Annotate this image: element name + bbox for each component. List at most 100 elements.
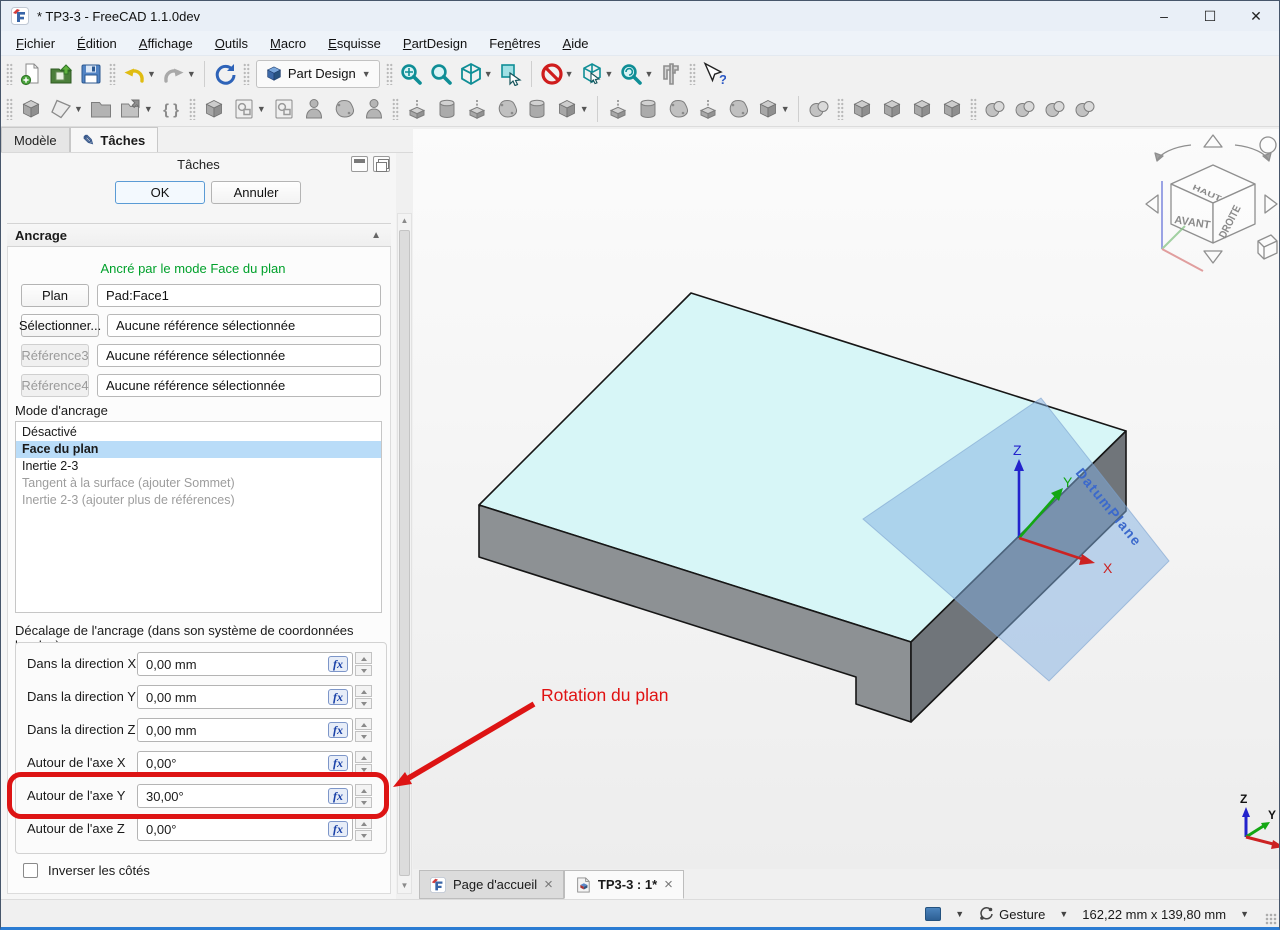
- scrollbar-thumb[interactable]: [399, 230, 410, 876]
- tab-tp3-3[interactable]: TP3-3 : 1* ×: [564, 870, 684, 899]
- menu-fichier[interactable]: Fichier: [5, 34, 66, 53]
- groove-button[interactable]: [664, 94, 692, 124]
- cancel-button[interactable]: Annuler: [211, 181, 301, 204]
- float-panel-icon[interactable]: [373, 156, 390, 172]
- mode-item-desactive[interactable]: Désactivé: [16, 424, 381, 441]
- measure-button[interactable]: [657, 59, 685, 89]
- create-body-button[interactable]: [17, 94, 45, 124]
- expressions-button[interactable]: [157, 94, 185, 124]
- direction-z-stepper[interactable]: [355, 718, 372, 742]
- title-bar[interactable]: * TP3-3 - FreeCAD 1.1.0dev – ☐ ✕: [1, 1, 1279, 31]
- create-group-button[interactable]: [87, 94, 115, 124]
- clone-button[interactable]: [360, 94, 388, 124]
- export-button[interactable]: ▼: [117, 94, 155, 124]
- expression-icon[interactable]: fx: [328, 821, 348, 837]
- sync-view-button[interactable]: ▼: [617, 59, 655, 89]
- expression-icon[interactable]: fx: [328, 755, 348, 771]
- plan-field[interactable]: Pad:Face1: [97, 284, 381, 307]
- revolution-button[interactable]: [433, 94, 461, 124]
- chamfer-button[interactable]: [878, 94, 906, 124]
- dropdown-caret-icon[interactable]: ▼: [1059, 909, 1068, 919]
- reference2-field[interactable]: Aucune référence sélectionnée: [107, 314, 381, 337]
- additive-pipe-button[interactable]: [493, 94, 521, 124]
- scroll-up-icon[interactable]: ▲: [398, 214, 411, 228]
- additive-helix-button[interactable]: [523, 94, 551, 124]
- axis-z-angle-input[interactable]: 0,00°fx: [137, 817, 353, 841]
- refresh-button[interactable]: [211, 59, 239, 89]
- mirrored-pattern-button[interactable]: [981, 94, 1009, 124]
- dropdown-caret-icon[interactable]: ▼: [955, 909, 964, 919]
- workbench-selector[interactable]: Part Design▼: [256, 60, 380, 88]
- render-style-icon[interactable]: [925, 907, 941, 921]
- pocket-button[interactable]: [604, 94, 632, 124]
- subtractive-loft-button[interactable]: [694, 94, 722, 124]
- pad-button[interactable]: [403, 94, 431, 124]
- shape-binder-button[interactable]: [330, 94, 358, 124]
- scroll-down-icon[interactable]: ▼: [398, 879, 411, 893]
- minimize-button[interactable]: –: [1141, 1, 1187, 31]
- expression-icon[interactable]: fx: [328, 722, 348, 738]
- direction-y-stepper[interactable]: [355, 685, 372, 709]
- open-document-button[interactable]: [47, 59, 75, 89]
- invert-sides-checkbox[interactable]: [23, 863, 38, 878]
- axis-z-stepper[interactable]: [355, 817, 372, 841]
- fit-selection-button[interactable]: [427, 59, 455, 89]
- polar-pattern-button[interactable]: [1041, 94, 1069, 124]
- expression-icon[interactable]: fx: [328, 689, 348, 705]
- multi-transform-button[interactable]: [1071, 94, 1099, 124]
- create-part-button[interactable]: [200, 94, 228, 124]
- menu-partdesign[interactable]: PartDesign: [392, 34, 478, 53]
- primitive-sphere-button[interactable]: [805, 94, 833, 124]
- mode-item-inertie[interactable]: Inertie 2-3: [16, 458, 381, 475]
- panel-scrollbar[interactable]: ▲ ▼: [397, 213, 412, 894]
- subtractive-pipe-button[interactable]: [724, 94, 752, 124]
- menu-affichage[interactable]: Affichage: [128, 34, 204, 53]
- additive-loft-button[interactable]: [463, 94, 491, 124]
- hole-button[interactable]: [634, 94, 662, 124]
- datum-plane-button[interactable]: ▼: [47, 94, 85, 124]
- linear-pattern-button[interactable]: [1011, 94, 1039, 124]
- ok-button[interactable]: OK: [115, 181, 205, 204]
- subtractive-box-button[interactable]: ▼: [754, 94, 792, 124]
- tab-page-accueil[interactable]: Page d'accueil ×: [419, 870, 564, 899]
- tab-tasks[interactable]: ✎Tâches: [70, 127, 159, 152]
- dock-panel-icon[interactable]: [351, 156, 368, 172]
- align-view-selection-button[interactable]: [497, 59, 525, 89]
- direction-z-input[interactable]: 0,00 mmfx: [137, 718, 353, 742]
- section-cut-button[interactable]: ▼: [578, 59, 616, 89]
- direction-x-input[interactable]: 0,00 mmfx: [137, 652, 353, 676]
- tab-model[interactable]: Modèle: [1, 127, 70, 152]
- close-button[interactable]: ✕: [1233, 1, 1279, 31]
- plan-button[interactable]: Plan: [21, 284, 89, 307]
- whats-this-button[interactable]: [700, 59, 728, 89]
- menu-esquisse[interactable]: Esquisse: [317, 34, 392, 53]
- menu-outils[interactable]: Outils: [204, 34, 259, 53]
- 3d-viewport[interactable]: DatumPlane Z Y X: [413, 129, 1280, 869]
- section-header-ancrage[interactable]: Ancrage ▲: [7, 223, 391, 247]
- redo-button[interactable]: ▼: [160, 59, 198, 89]
- additive-box-button[interactable]: ▼: [553, 94, 591, 124]
- navigation-cube[interactable]: HAUT AVANT DROITE: [1146, 135, 1277, 271]
- save-document-button[interactable]: [77, 59, 105, 89]
- mode-item-face-du-plan[interactable]: Face du plan: [16, 441, 381, 458]
- fit-all-button[interactable]: [397, 59, 425, 89]
- dropdown-caret-icon[interactable]: ▼: [1240, 909, 1249, 919]
- maximize-button[interactable]: ☐: [1187, 1, 1233, 31]
- undo-button[interactable]: ▼: [120, 59, 158, 89]
- direction-y-input[interactable]: 0,00 mmfx: [137, 685, 353, 709]
- isometric-view-button[interactable]: ▼: [457, 59, 495, 89]
- menu-edition[interactable]: Édition: [66, 34, 128, 53]
- datum-point-button[interactable]: [300, 94, 328, 124]
- menu-fenetres[interactable]: Fenêtres: [478, 34, 551, 53]
- draft-button[interactable]: [908, 94, 936, 124]
- clipping-off-button[interactable]: ▼: [538, 59, 576, 89]
- create-sketch-button[interactable]: ▼: [230, 94, 268, 124]
- select-reference-button[interactable]: Sélectionner...: [21, 314, 99, 337]
- expression-icon[interactable]: fx: [328, 656, 348, 672]
- thickness-button[interactable]: [938, 94, 966, 124]
- close-tab-icon[interactable]: ×: [544, 876, 553, 893]
- resize-grip[interactable]: [1265, 913, 1277, 925]
- direction-x-stepper[interactable]: [355, 652, 372, 676]
- close-tab-icon[interactable]: ×: [664, 876, 673, 893]
- edit-sketch-button[interactable]: [270, 94, 298, 124]
